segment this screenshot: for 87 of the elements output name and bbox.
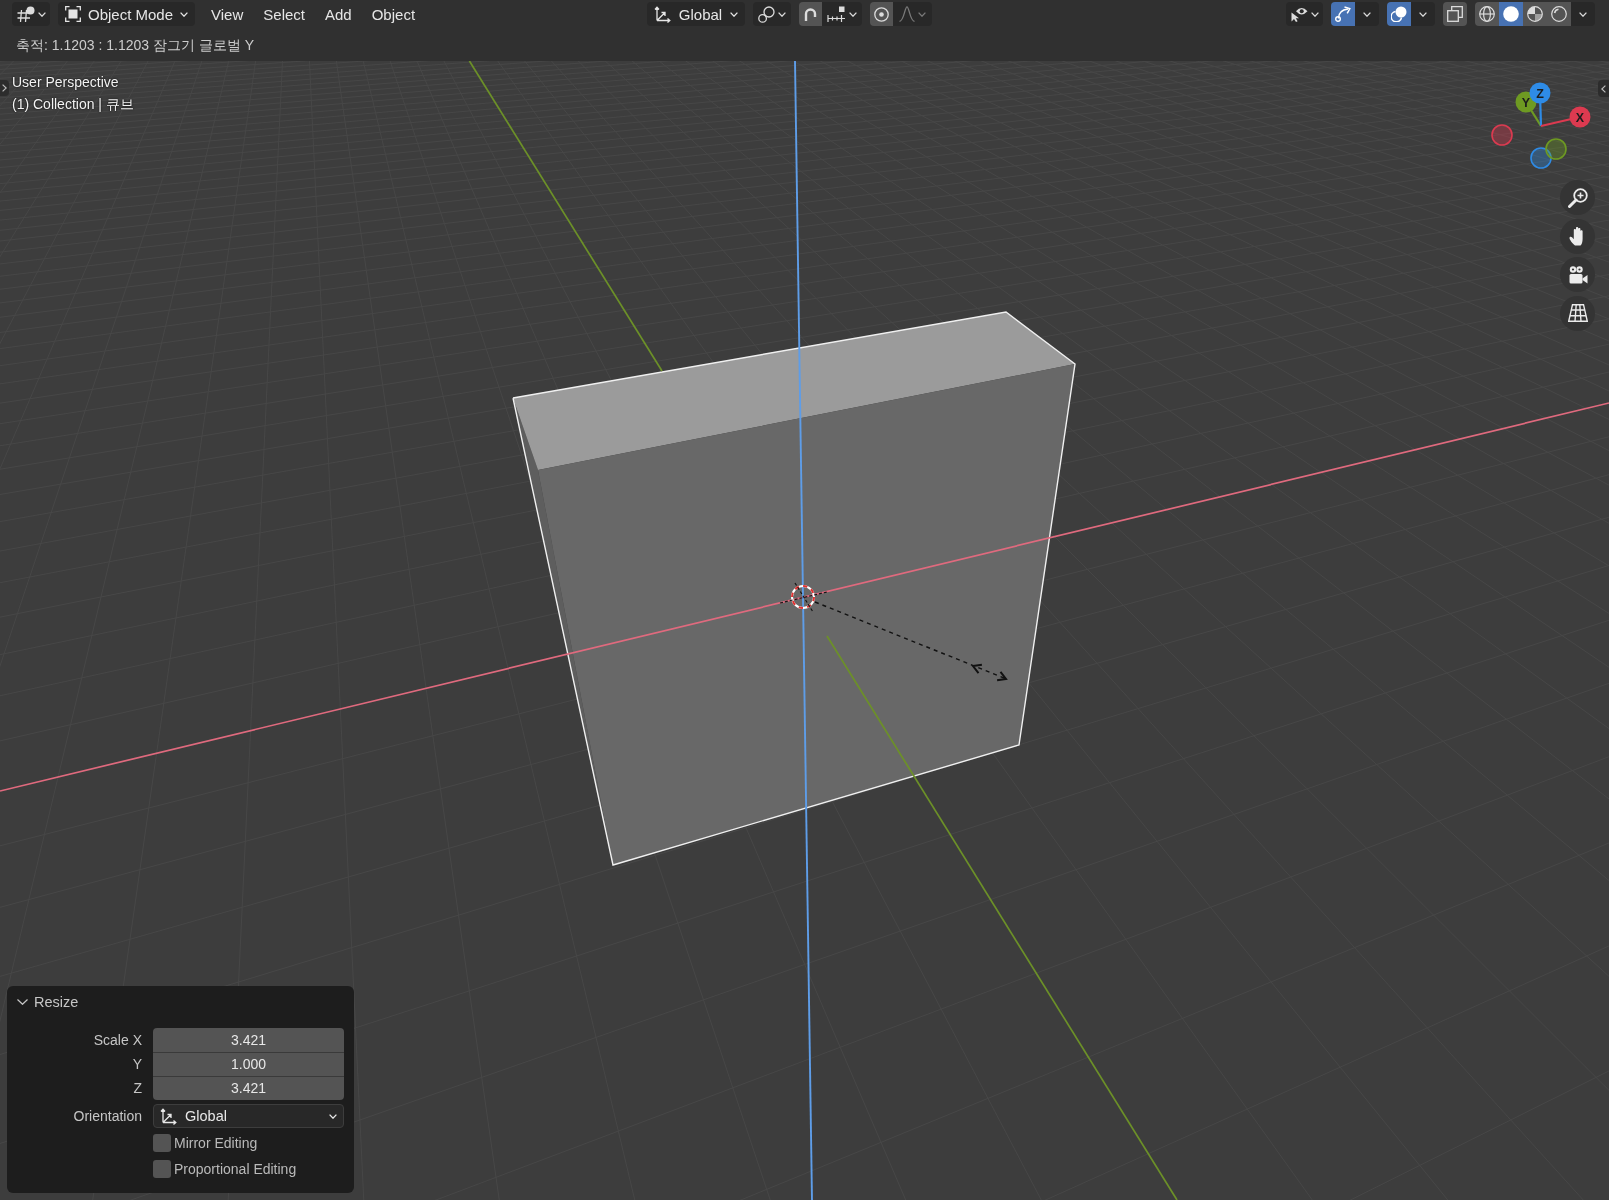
editor-type-button[interactable]: [12, 2, 50, 26]
menu-item[interactable]: Add: [319, 2, 358, 26]
checkbox-label: Mirror Editing: [174, 1135, 258, 1151]
caret-icon: [1419, 11, 1427, 17]
negative-axis-handle[interactable]: [1491, 124, 1513, 146]
shading-mode-button[interactable]: [1475, 2, 1499, 26]
negative-axis-handle[interactable]: [1545, 138, 1567, 160]
zoom-button[interactable]: [1560, 180, 1595, 215]
snap-target-dropdown[interactable]: [822, 2, 862, 26]
checkbox[interactable]: [153, 1160, 171, 1178]
caret-icon: [180, 11, 189, 17]
menu-item[interactable]: View: [205, 2, 250, 26]
field-label: Scale X: [92, 1031, 142, 1050]
ruler-ticks-icon: [827, 6, 846, 22]
solid-sphere-icon: [1503, 6, 1519, 22]
snap-toggle[interactable]: [799, 2, 822, 26]
caret-icon: [918, 11, 926, 17]
crosshair-ring-icon: [779, 582, 828, 613]
grid-ball-icon: [16, 6, 35, 22]
axis-label: Z: [1536, 86, 1544, 101]
checkbox[interactable]: [153, 1134, 171, 1152]
caret-icon: [778, 11, 786, 17]
axis-label: Y: [1521, 95, 1531, 110]
object-square-icon: [65, 6, 81, 22]
collection-label: (1) Collection | 큐브: [12, 95, 134, 114]
chevron-left-icon: [1601, 84, 1606, 93]
field-label: Orientation: [72, 1107, 142, 1126]
eye-pointer-icon: [1290, 6, 1308, 22]
visibility-dropdown[interactable]: [1286, 2, 1323, 26]
panel-header[interactable]: Resize: [17, 986, 79, 1018]
overlay-toggle[interactable]: [1387, 2, 1411, 26]
bell-curve-icon: [899, 6, 915, 22]
magnet-icon: [803, 6, 818, 22]
magnifier-plus-icon: [1567, 187, 1588, 208]
pan-button[interactable]: [1560, 218, 1595, 254]
number-field[interactable]: 1.000: [153, 1052, 344, 1076]
dropdown-button[interactable]: [1571, 2, 1595, 26]
grid-plane-icon: [1567, 304, 1588, 322]
axis-label: X: [1575, 110, 1585, 125]
menu-item[interactable]: Object: [365, 2, 422, 26]
toolbar-tab[interactable]: [0, 80, 9, 96]
caret-icon: [329, 1113, 337, 1119]
half-shaded-sphere-icon: [1527, 6, 1543, 22]
ring-dot-icon: [874, 6, 889, 22]
axes-icon: [653, 5, 671, 23]
stacked-squares-icon: [1447, 6, 1463, 22]
axes-icon: [160, 1107, 177, 1125]
shading-mode-button[interactable]: [1523, 2, 1547, 26]
axis-handle[interactable]: [1529, 82, 1551, 104]
caret-icon: [1579, 11, 1587, 17]
caret-icon: [37, 11, 46, 17]
gizmo-toggle[interactable]: [1331, 2, 1355, 26]
overlapping-circles-icon: [1391, 6, 1407, 22]
xray-toggle[interactable]: [1443, 2, 1467, 26]
number-field[interactable]: 3.421: [153, 1028, 344, 1052]
number-field[interactable]: 3.421: [153, 1076, 344, 1100]
linked-rings-icon: [758, 5, 775, 23]
camera-button[interactable]: [1560, 257, 1595, 292]
wire-sphere-icon: [1479, 6, 1495, 22]
projection-button[interactable]: [1560, 295, 1595, 331]
proportional-toggle[interactable]: [870, 2, 893, 26]
caret-icon: [1310, 11, 1319, 17]
view-name-label: User Perspective: [12, 73, 119, 92]
dropdown-button[interactable]: [1411, 2, 1435, 26]
chevron-down-icon: [17, 999, 28, 1005]
field-label: Y: [131, 1055, 142, 1074]
caret-icon: [849, 11, 857, 17]
chevron-right-icon: [2, 84, 7, 92]
caret-icon: [730, 11, 739, 17]
caret-icon: [1363, 11, 1371, 17]
status-text: 축적: 1.1203 : 1.1203 잠그기 글로벌 Y: [16, 37, 255, 55]
arc-arrow-icon: [1335, 6, 1351, 22]
sidebar-tab[interactable]: [1598, 80, 1609, 97]
shading-mode-button[interactable]: [1499, 2, 1523, 26]
menu-item[interactable]: Select: [257, 2, 311, 26]
mode-dropdown[interactable]: Object Mode: [58, 2, 196, 26]
axis-handle[interactable]: [1569, 106, 1591, 128]
movie-camera-icon: [1567, 265, 1588, 284]
orientation-dropdown[interactable]: Global: [647, 2, 745, 26]
dropdown-button[interactable]: [1355, 2, 1379, 26]
pivot-dropdown[interactable]: [753, 2, 791, 26]
glossy-sphere-icon: [1551, 6, 1567, 22]
shading-mode-button[interactable]: [1547, 2, 1571, 26]
negative-axis-handle[interactable]: [1530, 147, 1552, 169]
orientation-dropdown[interactable]: Global: [153, 1104, 344, 1128]
field-label: Z: [132, 1079, 142, 1098]
checkbox-label: Proportional Editing: [174, 1161, 297, 1177]
